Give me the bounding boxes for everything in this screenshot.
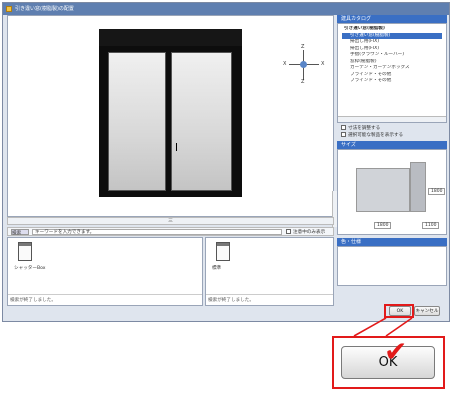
checkmark-icon: ✔ [384,335,408,368]
